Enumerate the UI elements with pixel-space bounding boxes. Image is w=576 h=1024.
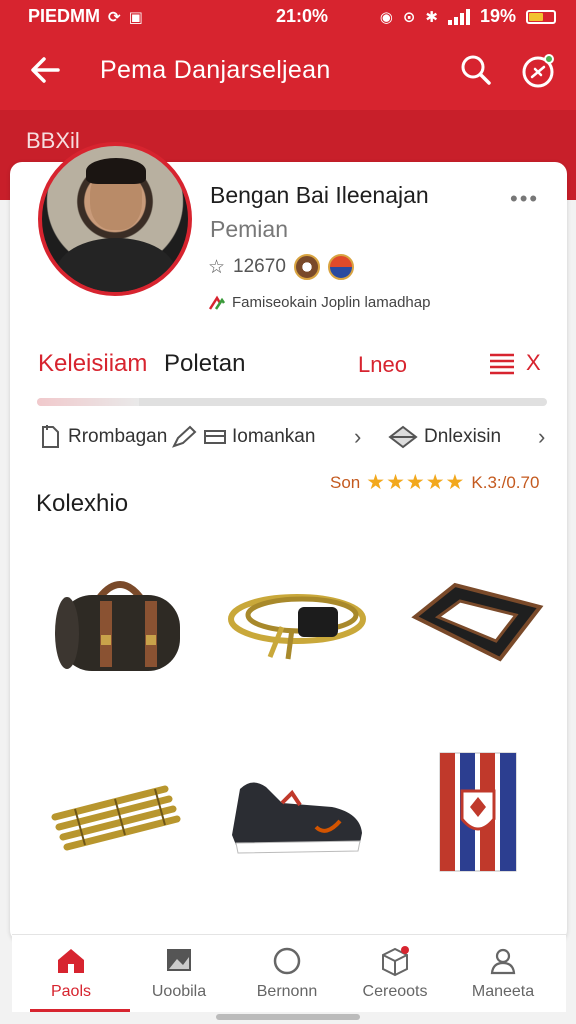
banner-icon xyxy=(439,752,517,872)
battery-level xyxy=(529,12,544,21)
image-icon xyxy=(167,949,191,971)
bluetooth-icon: ✱ xyxy=(425,8,438,26)
profile-name: Bengan Bai Ileenajan xyxy=(210,182,429,208)
action-dnlexisin[interactable]: Dnlexisin xyxy=(388,424,501,450)
profile-card: Bengan Bai Ileenajan Pemian ••• ☆ 12670 … xyxy=(10,142,567,942)
carrier-label: PIEDMM xyxy=(28,6,100,26)
section-link[interactable]: Lneo xyxy=(358,352,407,378)
photo-icon: ▣ xyxy=(128,8,143,26)
club-badge-icon xyxy=(293,254,320,280)
profile-note: Famiseokain Joplin lamadhap xyxy=(208,294,430,311)
stats-prefix: Son xyxy=(330,472,361,492)
chevron-right-icon[interactable]: › xyxy=(354,424,361,450)
progress-bar xyxy=(37,398,547,406)
profile-rating: ☆ 12670 xyxy=(208,254,354,280)
band-label: BBXil xyxy=(26,128,80,153)
cable-icon xyxy=(228,594,366,660)
note-text: Famiseokain Joplin lamadhap xyxy=(232,294,431,311)
nav-bernonn[interactable]: Bernonn xyxy=(232,945,342,1001)
home-indicator[interactable] xyxy=(216,1014,360,1020)
chevron-right-icon[interactable]: › xyxy=(538,424,545,450)
item-leather-duffel-bag[interactable] xyxy=(35,547,205,697)
bag-icon xyxy=(55,581,180,671)
more-options-icon[interactable]: ••• xyxy=(510,186,539,212)
card-icon xyxy=(204,430,226,444)
stats-suffix: K.3:/0.70 xyxy=(471,472,540,492)
section-title: Keleisiiam Poletan xyxy=(38,350,246,377)
item-striped-banner[interactable] xyxy=(390,737,560,887)
list-icon[interactable] xyxy=(488,350,516,378)
strap-icon xyxy=(411,582,544,662)
avatar[interactable] xyxy=(38,142,192,296)
circle-icon xyxy=(273,947,301,975)
action-row: Rrombagan Iomankan › Dnlexisin › xyxy=(38,424,548,456)
battery-percent: 19% xyxy=(479,6,516,26)
close-button[interactable]: X xyxy=(526,350,541,376)
notification-button[interactable] xyxy=(518,50,558,90)
battery-icon xyxy=(526,9,556,24)
alarm-icon: ◉ xyxy=(379,8,393,26)
action-iomankan[interactable]: Iomankan xyxy=(170,424,315,450)
rating-value: 12670 xyxy=(233,256,286,277)
star-rating: ★★★★★ xyxy=(366,471,466,494)
box-icon xyxy=(382,946,409,977)
arrow-left-icon[interactable] xyxy=(24,48,68,92)
clock: 21:0% xyxy=(276,6,329,26)
progress-fill xyxy=(37,398,139,406)
action-rrombagan[interactable]: Rrombagan xyxy=(38,424,167,450)
pipes-icon xyxy=(51,785,181,851)
nav-uoobila[interactable]: Uoobila xyxy=(124,945,234,1001)
item-sneaker[interactable] xyxy=(212,737,382,887)
sync-icon: ⟳ xyxy=(108,8,121,26)
bottom-nav: Paols Uoobila Bernonn Cereoots Maneeta xyxy=(12,934,566,1012)
edit-icon xyxy=(172,425,197,448)
item-brass-pipes[interactable] xyxy=(35,737,205,887)
nav-maneeta[interactable]: Maneeta xyxy=(448,945,558,1001)
diamond-icon xyxy=(388,425,418,449)
star-outline-icon: ☆ xyxy=(208,256,226,278)
home-icon xyxy=(58,949,84,973)
shoe-icon xyxy=(232,782,362,854)
notification-dot xyxy=(544,54,554,64)
team-badge-icon xyxy=(327,254,354,280)
nav-cereoots[interactable]: Cereoots xyxy=(340,945,450,1001)
status-bar: PIEDMM ⟳ ▣ 21:0% ◉ ⊙ ✱ 19% xyxy=(0,0,576,34)
hotspot-icon: ⊙ xyxy=(402,8,416,26)
nav-active-indicator xyxy=(30,1009,130,1012)
document-icon xyxy=(42,425,59,448)
collection-grid xyxy=(20,547,557,927)
collection-stats: Son ★★★★★ K.3:/0.70 xyxy=(330,470,539,495)
flag-icon xyxy=(208,295,226,310)
item-coiled-gold-cable[interactable] xyxy=(212,547,382,697)
search-icon[interactable] xyxy=(456,50,496,90)
item-leather-strap-loop[interactable] xyxy=(390,547,560,697)
app-bar: Pema Danjarseljean xyxy=(0,34,576,110)
profile-role: Pemian xyxy=(210,216,288,242)
signal-icon xyxy=(447,8,470,25)
collection-title: Kolexhio xyxy=(36,490,129,517)
nav-paols[interactable]: Paols xyxy=(16,945,126,1001)
user-icon xyxy=(490,948,516,975)
page-title: Pema Danjarseljean xyxy=(100,56,331,84)
